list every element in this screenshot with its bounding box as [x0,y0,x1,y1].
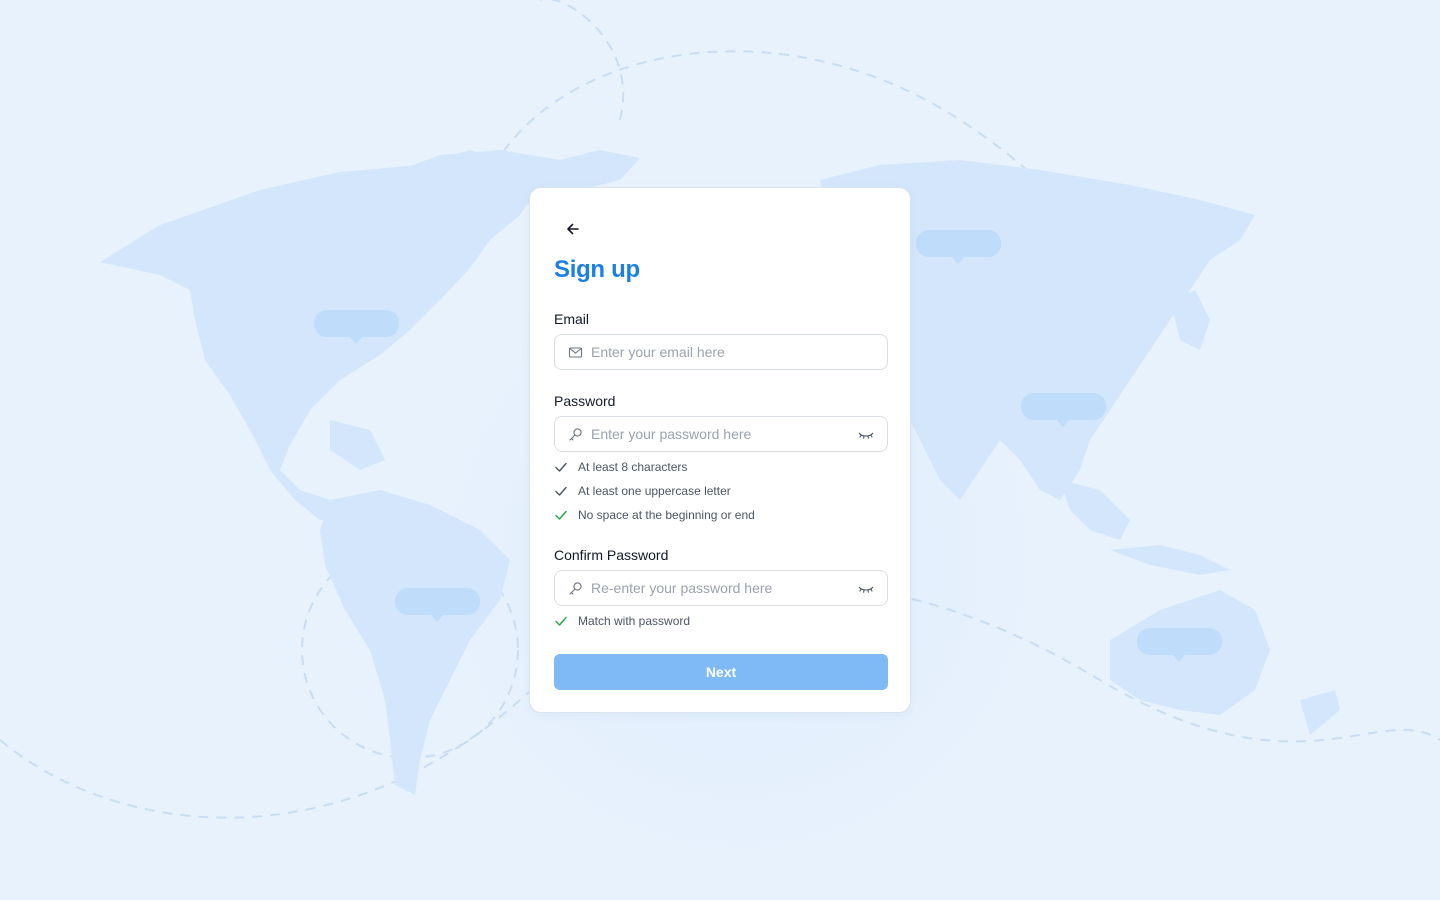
confirm-rule-match: Match with password [554,613,690,629]
confirm-rule-text: Match with password [578,614,691,628]
confirm-password-input[interactable] [591,571,841,605]
password-rule-text: No space at the beginning or end [578,508,755,522]
email-input[interactable] [591,335,841,369]
password-field [554,416,888,452]
eye-closed-icon[interactable] [857,428,875,442]
next-button[interactable]: Next [554,654,888,690]
back-button[interactable] [562,218,584,240]
password-rule-uppercase: At least one uppercase letter [554,483,731,499]
password-rule-length: At least 8 characters [554,459,687,475]
eye-closed-icon[interactable] [857,582,875,596]
check-icon [555,616,567,626]
password-rule-text: At least 8 characters [578,460,688,474]
key-icon [569,428,582,441]
confirm-password-label: Confirm Password [554,547,669,563]
password-input[interactable] [591,417,841,451]
email-label: Email [554,311,590,327]
signup-card: Sign up Email Password At least 8 charac… [529,187,911,713]
check-icon [555,462,567,472]
check-icon [555,486,567,496]
envelope-icon [568,347,583,358]
page-title: Sign up [554,256,640,283]
password-rule-spaces: No space at the beginning or end [554,507,755,523]
arrow-left-icon [567,223,579,235]
email-field [554,334,888,370]
password-rule-text: At least one uppercase letter [578,484,731,498]
key-icon [569,582,582,595]
confirm-password-field [554,570,888,606]
password-label: Password [554,393,616,409]
check-icon [555,510,567,520]
